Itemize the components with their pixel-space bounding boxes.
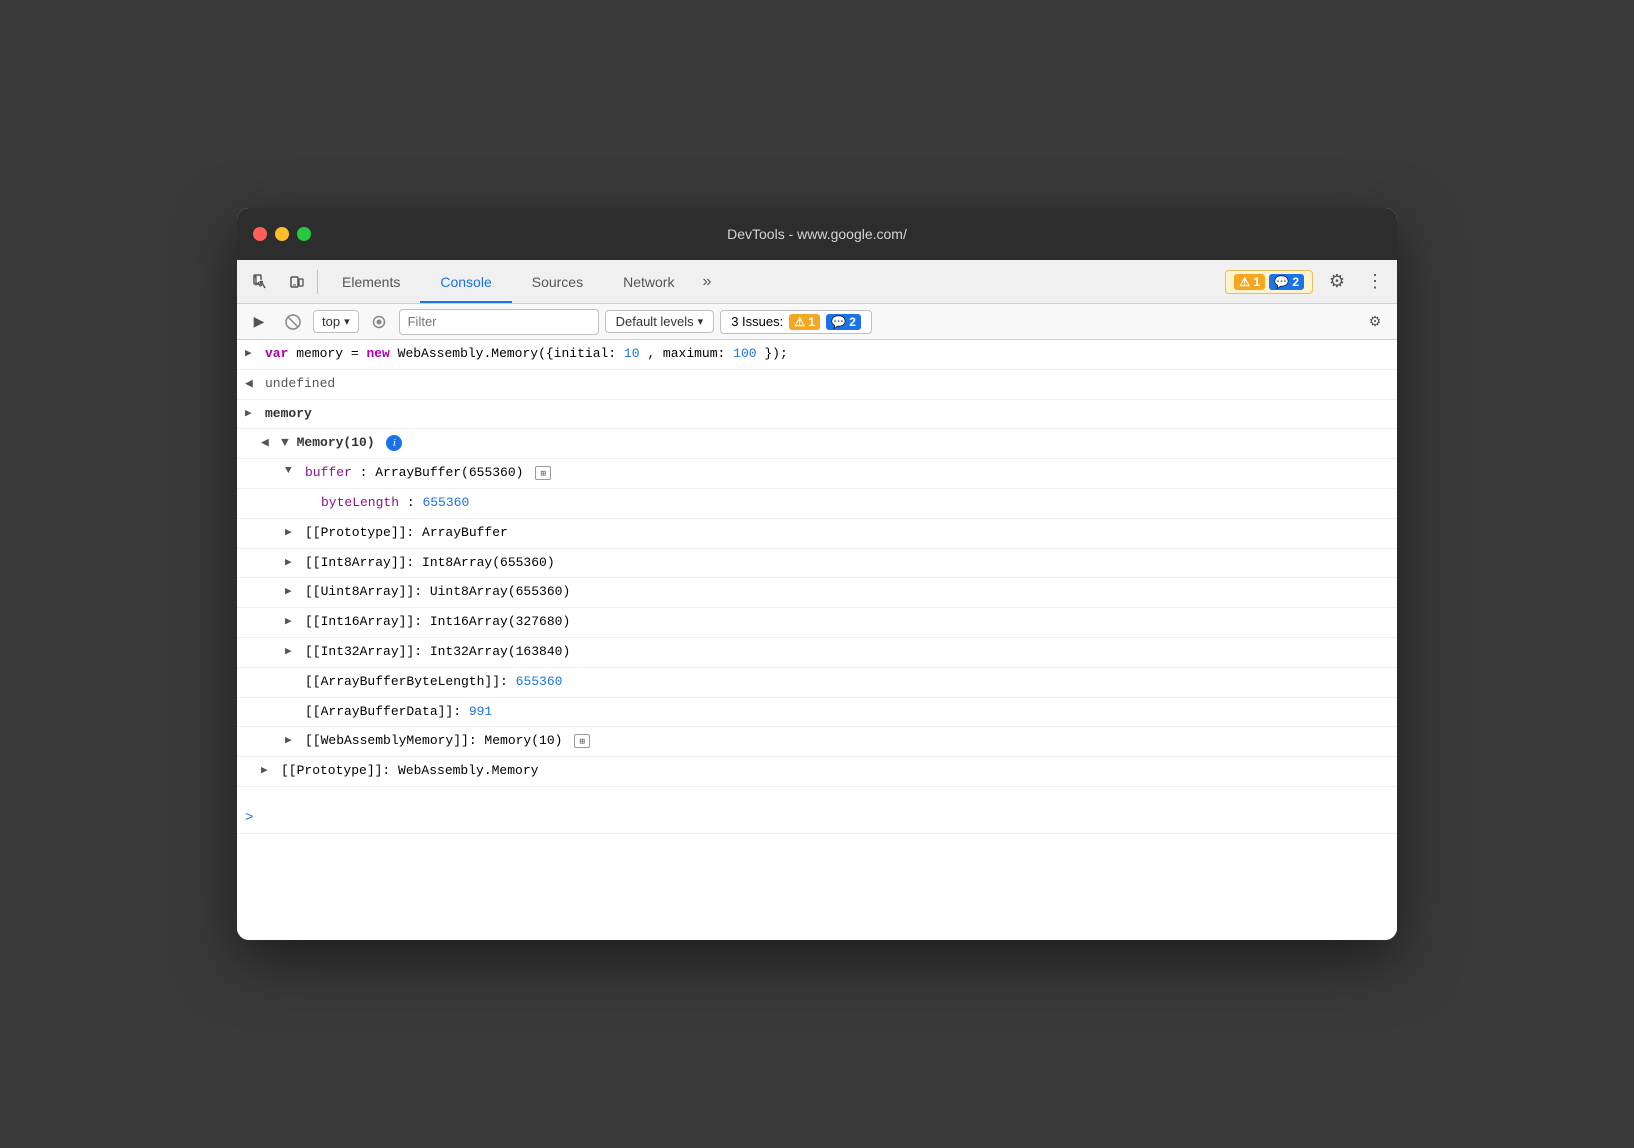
- gear-icon: ⚙: [1369, 313, 1382, 330]
- close-button[interactable]: [253, 227, 267, 241]
- tab-console[interactable]: Console: [420, 260, 511, 303]
- memory-label: memory: [265, 406, 312, 421]
- back-arrow-memory: ◀: [261, 433, 275, 454]
- more-icon: ⋮: [1366, 271, 1384, 292]
- execute-icon: ▶: [254, 313, 265, 330]
- console-info-badge: 💬 2: [826, 314, 861, 330]
- console-line-ab-data: [[ArrayBufferData]]: 991: [237, 698, 1397, 728]
- console-line-bytelength: byteLength : 655360: [237, 489, 1397, 519]
- output-arrow: ◀: [245, 374, 259, 395]
- tab-bar: Elements Console Sources Network »: [322, 260, 1225, 303]
- db-icon-wasm[interactable]: ⊞: [574, 734, 590, 748]
- console-line-prototype-wasm: ▶ [[Prototype]]: WebAssembly.Memory: [237, 757, 1397, 787]
- console-line-2: ◀ undefined: [237, 370, 1397, 400]
- bytelength-val: 655360: [422, 495, 469, 510]
- issues-button[interactable]: ⚠ 1 💬 2: [1225, 270, 1313, 294]
- console-toolbar: ▶ top ▾ Default levels ▾ 3 Issues: ⚠: [237, 304, 1397, 340]
- toolbar-divider: [317, 270, 318, 294]
- collapse-arrow-buffer[interactable]: ▼: [285, 463, 299, 481]
- more-options-button[interactable]: ⋮: [1361, 268, 1389, 296]
- traffic-lights: [253, 227, 311, 241]
- expand-int16[interactable]: ▶: [285, 612, 299, 632]
- device-toolbar-button[interactable]: [281, 266, 313, 298]
- ab-bytelength-val: 655360: [516, 674, 563, 689]
- context-label: top: [322, 314, 340, 329]
- console-line-int8: ▶ [[Int8Array]]: Int8Array(655360): [237, 549, 1397, 579]
- toolbar-left: [245, 266, 313, 298]
- keyword-new: new: [366, 346, 389, 361]
- filter-input[interactable]: [399, 309, 599, 335]
- expand-arrow-memory[interactable]: ▶: [245, 404, 259, 424]
- expand-int32[interactable]: ▶: [285, 642, 299, 662]
- console-line-int32: ▶ [[Int32Array]]: Int32Array(163840): [237, 638, 1397, 668]
- expand-uint8[interactable]: ▶: [285, 582, 299, 602]
- toolbar-right: ⚠ 1 💬 2 ⚙ ⋮: [1225, 266, 1389, 298]
- execute-button[interactable]: ▶: [245, 308, 273, 336]
- buffer-key: buffer: [305, 465, 352, 480]
- main-toolbar: Elements Console Sources Network » ⚠ 1 💬: [237, 260, 1397, 304]
- clear-console-button[interactable]: [279, 308, 307, 336]
- console-line-3: ▶ memory: [237, 400, 1397, 430]
- tab-elements[interactable]: Elements: [322, 260, 420, 303]
- gear-icon: ⚙: [1329, 271, 1345, 292]
- info-icon[interactable]: i: [386, 435, 402, 451]
- tab-network[interactable]: Network: [603, 260, 694, 303]
- console-line-memory-obj: ◀ ▼ Memory(10) i: [237, 429, 1397, 459]
- number-10: 10: [624, 346, 640, 361]
- ab-data-val: 991: [469, 704, 492, 719]
- keyword-var: var: [265, 346, 288, 361]
- expand-arrow[interactable]: ▶: [245, 344, 259, 364]
- number-100: 100: [733, 346, 756, 361]
- tab-sources[interactable]: Sources: [512, 260, 603, 303]
- more-tabs-button[interactable]: »: [694, 260, 719, 303]
- chevron-down-icon: ▾: [698, 315, 704, 328]
- default-levels-selector[interactable]: Default levels ▾: [605, 310, 715, 333]
- console-content: ▶ var memory = new WebAssembly.Memory({i…: [237, 340, 1397, 940]
- console-line-content: var memory = new WebAssembly.Memory({ini…: [265, 344, 1389, 365]
- live-expressions-button[interactable]: [365, 308, 393, 336]
- warning-badge: ⚠ 1: [1234, 274, 1265, 290]
- console-warning-badge: ⚠ 1: [789, 314, 820, 330]
- maximize-button[interactable]: [297, 227, 311, 241]
- titlebar: DevTools - www.google.com/: [237, 208, 1397, 260]
- console-prompt-line[interactable]: >: [237, 803, 1397, 834]
- devtools-window: DevTools - www.google.com/: [237, 208, 1397, 940]
- console-issues-count[interactable]: 3 Issues: ⚠ 1 💬 2: [720, 310, 872, 334]
- console-line-prototype-ab: ▶ [[Prototype]]: ArrayBuffer: [237, 519, 1397, 549]
- expand-prototype-ab[interactable]: ▶: [285, 523, 299, 543]
- settings-button[interactable]: ⚙: [1321, 266, 1353, 298]
- console-line-uint8: ▶ [[Uint8Array]]: Uint8Array(655360): [237, 578, 1397, 608]
- console-line-int16: ▶ [[Int16Array]]: Int16Array(327680): [237, 608, 1397, 638]
- bytelength-key: byteLength: [321, 495, 399, 510]
- window-title: DevTools - www.google.com/: [727, 226, 907, 242]
- expand-int8[interactable]: ▶: [285, 553, 299, 573]
- console-settings-button[interactable]: ⚙: [1361, 308, 1389, 336]
- console-line-ab-bytelength: [[ArrayBufferByteLength]]: 655360: [237, 668, 1397, 698]
- console-line-wasm-memory: ▶ [[WebAssemblyMemory]]: Memory(10) ⊞: [237, 727, 1397, 757]
- db-icon[interactable]: ⊞: [535, 466, 551, 480]
- console-line-buffer: ▼ buffer : ArrayBuffer(655360) ⊞: [237, 459, 1397, 489]
- undefined-value: undefined: [265, 376, 335, 391]
- console-prompt: >: [245, 807, 259, 829]
- info-badge: 💬 2: [1269, 274, 1304, 290]
- chevron-down-icon: ▾: [344, 315, 350, 328]
- context-selector[interactable]: top ▾: [313, 310, 359, 333]
- memory-obj-label: Memory(10): [297, 435, 375, 450]
- console-line-1: ▶ var memory = new WebAssembly.Memory({i…: [237, 340, 1397, 370]
- expand-wasm-memory[interactable]: ▶: [285, 731, 299, 751]
- minimize-button[interactable]: [275, 227, 289, 241]
- inspect-element-button[interactable]: [245, 266, 277, 298]
- expand-prototype-wasm[interactable]: ▶: [261, 761, 275, 781]
